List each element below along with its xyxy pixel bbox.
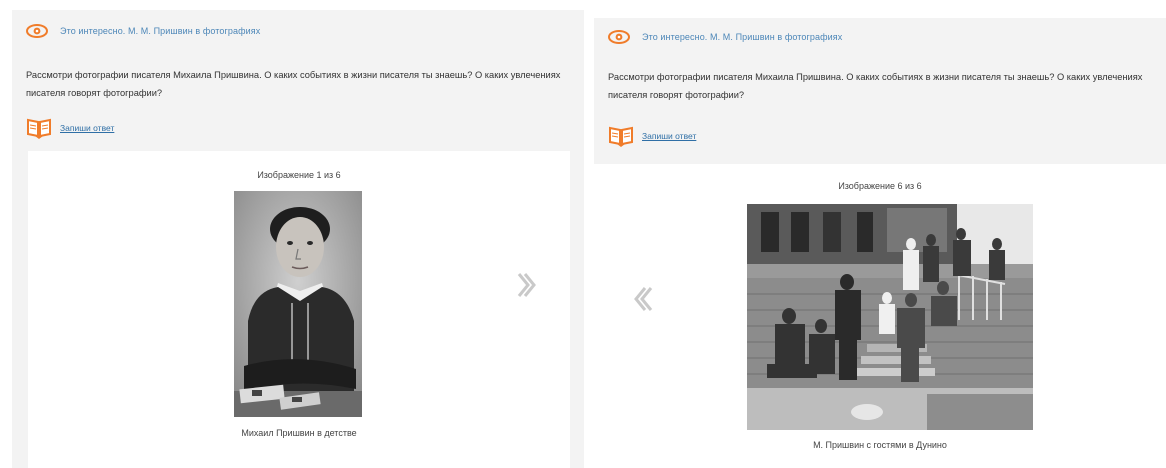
chevron-right-double-icon	[516, 270, 536, 300]
eye-icon	[26, 24, 48, 38]
answer-row: Запиши ответ	[608, 125, 696, 147]
slide-caption: Михаил Пришвин в детстве	[241, 428, 357, 438]
task-description: Рассмотри фотографии писателя Михаила Пр…	[608, 72, 1143, 100]
section-title: Это интересно. М. М. Пришвин в фотографи…	[60, 26, 261, 36]
eye-icon	[608, 30, 630, 44]
slide-counter: Изображение 1 из 6	[257, 170, 341, 180]
panel-header: Это интересно. М. М. Пришвин в фотографи…	[26, 24, 260, 38]
next-slide-button[interactable]	[516, 270, 536, 300]
section-title: Это интересно. М. М. Пришвин в фотографи…	[642, 32, 843, 42]
chevron-left-double-icon	[634, 284, 654, 314]
slide-photo	[234, 191, 362, 417]
exercise-panel-1: Это интересно. М. М. Пришвин в фотографи…	[12, 10, 584, 468]
slide-photo	[747, 204, 1033, 430]
previous-slide-button[interactable]	[634, 284, 654, 314]
exercise-panel-2: Это интересно. М. М. Пришвин в фотографи…	[594, 18, 1166, 468]
task-description: Рассмотри фотографии писателя Михаила Пр…	[26, 70, 561, 98]
image-slider: Изображение 1 из 6 Михаил Пришвин в детс…	[28, 151, 570, 468]
answer-row: Запиши ответ	[26, 117, 114, 139]
book-icon[interactable]	[26, 117, 52, 139]
write-answer-link[interactable]: Запиши ответ	[642, 131, 696, 141]
slide-caption: М. Пришвин с гостями в Дунино	[813, 440, 947, 450]
panel-header: Это интересно. М. М. Пришвин в фотографи…	[608, 30, 842, 44]
image-slider: Изображение 6 из 6 М. Пришвин с гостями …	[594, 164, 1166, 468]
book-icon[interactable]	[608, 125, 634, 147]
write-answer-link[interactable]: Запиши ответ	[60, 123, 114, 133]
slide-counter: Изображение 6 из 6	[838, 181, 922, 191]
